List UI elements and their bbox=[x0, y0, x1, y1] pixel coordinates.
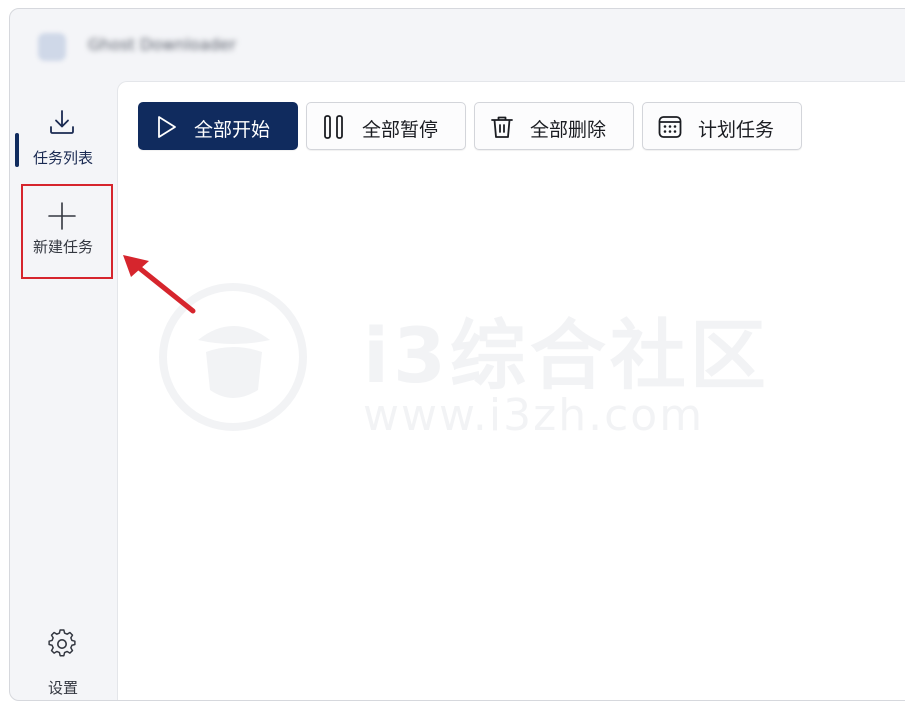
watermark-text: i3综合社区 bbox=[363, 311, 770, 400]
watermark-url: www.i3zh.com bbox=[363, 390, 705, 441]
pause-all-button[interactable]: 全部暂停 bbox=[306, 102, 466, 150]
annotation-arrow-icon bbox=[123, 255, 196, 314]
sidebar: 任务列表 新建任务 设置 bbox=[10, 81, 116, 700]
gear-icon bbox=[48, 629, 76, 657]
delete-all-button[interactable]: 全部删除 bbox=[474, 102, 634, 150]
play-icon bbox=[158, 116, 176, 138]
sidebar-item-label: 设置 bbox=[47, 679, 78, 697]
schedule-task-label: 计划任务 bbox=[698, 119, 775, 141]
pause-all-label: 全部暂停 bbox=[362, 119, 439, 141]
watermark: i3综合社区 www.i3zh.com bbox=[158, 272, 778, 462]
pause-icon bbox=[324, 115, 343, 139]
start-all-button[interactable]: 全部开始 bbox=[138, 102, 298, 150]
sidebar-item-settings[interactable]: 设置 bbox=[10, 629, 116, 700]
start-all-label: 全部开始 bbox=[194, 119, 271, 141]
trash-icon bbox=[491, 116, 513, 138]
app-logo-icon bbox=[38, 33, 66, 61]
sidebar-item-task-list[interactable]: 任务列表 bbox=[10, 103, 116, 183]
annotation-highlight-box bbox=[21, 184, 113, 279]
main-content: 全部开始 全部暂停 全部删除 计划任务 i3综合社区 www.i3zh.com bbox=[117, 81, 905, 700]
delete-all-label: 全部删除 bbox=[530, 119, 607, 141]
app-window: Ghost Downloader 任务列表 新建任务 设置 全部开始 全部暂停 … bbox=[9, 8, 905, 701]
sidebar-item-label: 任务列表 bbox=[32, 149, 93, 167]
app-title: Ghost Downloader bbox=[88, 35, 236, 54]
title-bar[interactable]: Ghost Downloader bbox=[10, 9, 905, 81]
schedule-task-button[interactable]: 计划任务 bbox=[642, 102, 802, 150]
download-icon bbox=[50, 110, 74, 134]
calendar-icon bbox=[658, 116, 682, 138]
